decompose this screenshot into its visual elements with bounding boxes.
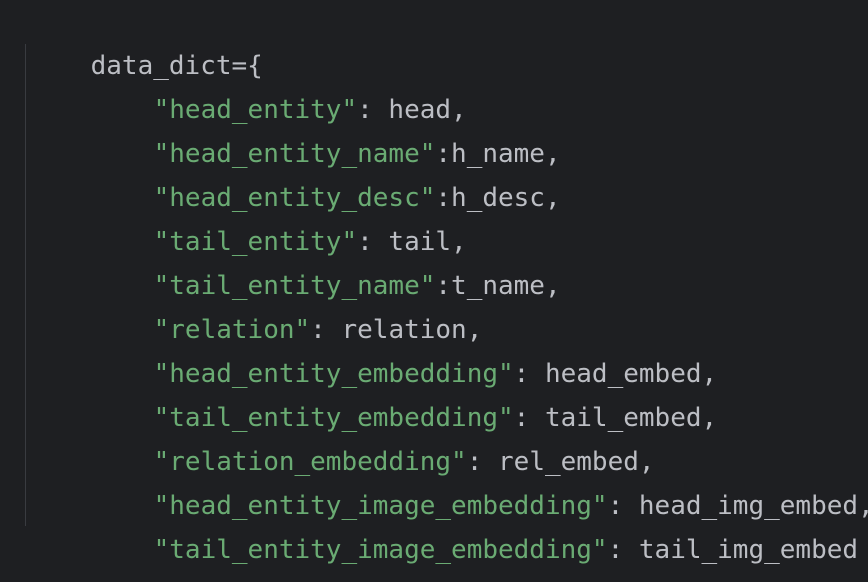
code-line-entry: "tail_entity_image_embedding": tail_img_… — [91, 484, 858, 565]
code-editor[interactable]: data_dict={ "head_entity": head, "head_e… — [0, 0, 868, 582]
code-line-entry: "head_entity_image_embedding": head_img_… — [91, 440, 868, 521]
code-line-entry: "head_entity": head, — [91, 44, 467, 125]
code-line-entry: "head_entity_name":h_name, — [91, 88, 561, 169]
dict-value: : tail_img_embed — [607, 535, 859, 565]
code-line-entry: "relation": relation, — [91, 264, 483, 345]
code-line-close: } — [28, 528, 107, 582]
indent-guide — [25, 44, 26, 526]
code-line-entry: "tail_entity_name":t_name, — [91, 220, 561, 301]
code-line-entry: "head_entity_embedding": head_embed, — [91, 308, 718, 389]
dict-key: "tail_entity_image_embedding" — [153, 535, 608, 565]
code-line-open: data_dict={ — [28, 0, 263, 81]
code-line-entry: "head_entity_desc":h_desc, — [91, 132, 561, 213]
code-line-entry: "relation_embedding": rel_embed, — [91, 396, 655, 477]
code-line-entry: "tail_entity_embedding": tail_embed, — [91, 352, 718, 433]
code-line-entry: "tail_entity": tail, — [91, 176, 467, 257]
